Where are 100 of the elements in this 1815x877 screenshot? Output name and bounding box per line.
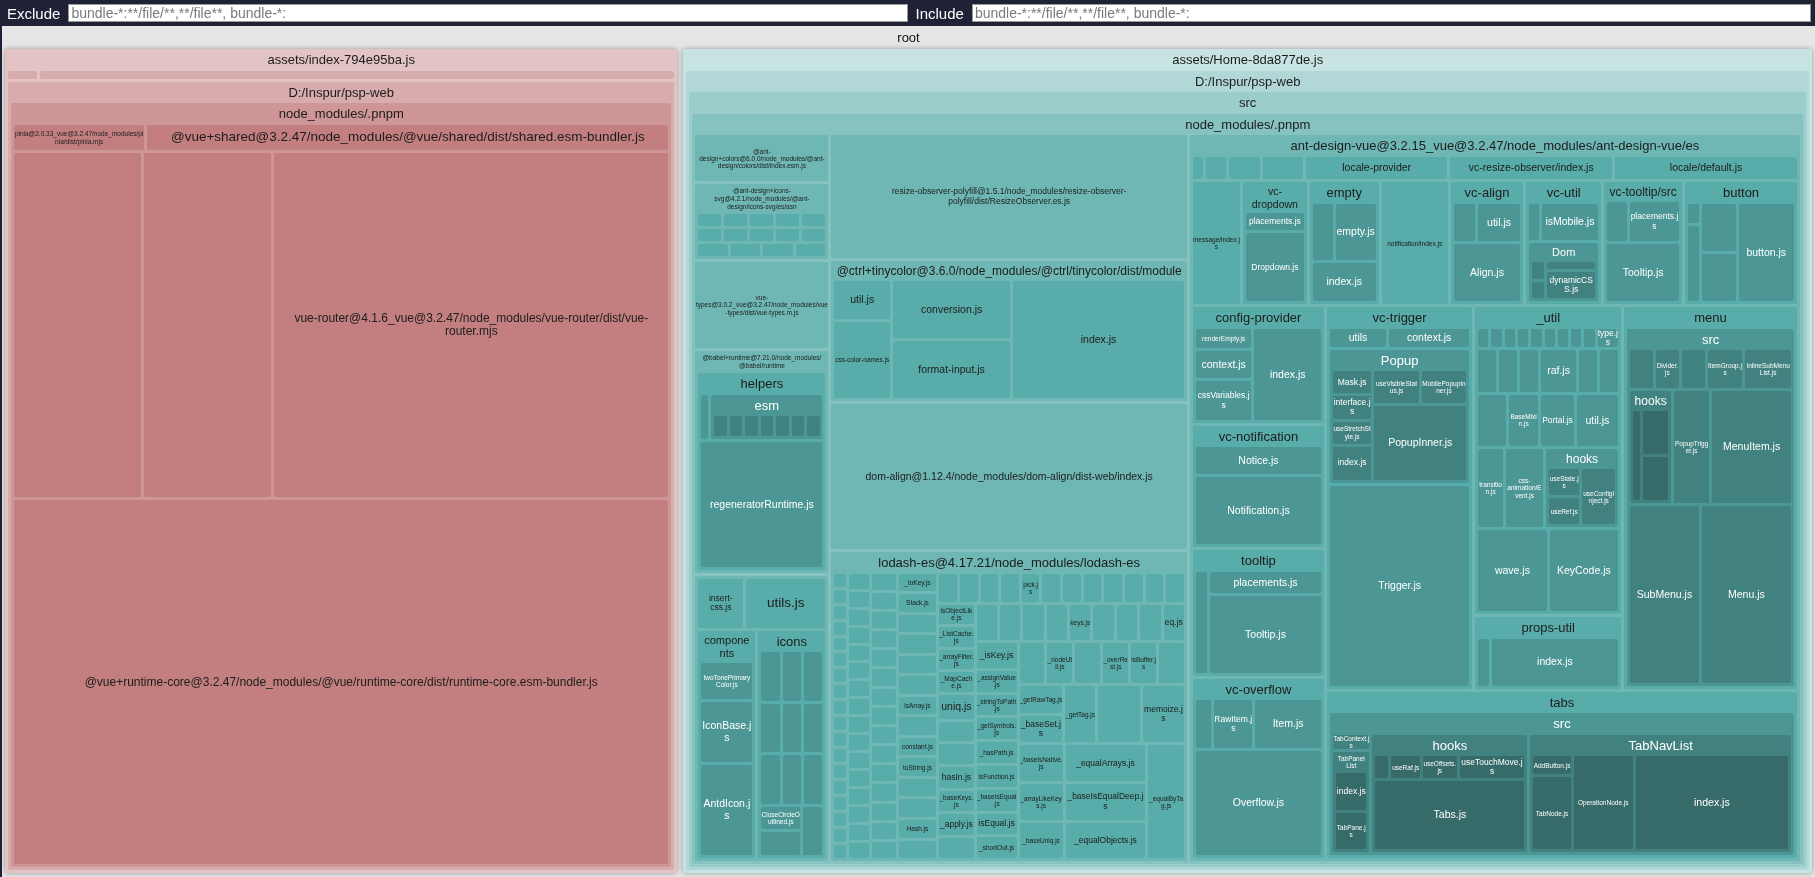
module-tile[interactable]: isEqual.js <box>976 813 1017 835</box>
module-group[interactable]: Dom dynamicCSS.js <box>1529 243 1599 302</box>
module-tile[interactable]: MenuItem.js <box>1712 390 1791 504</box>
module-tile[interactable] <box>803 806 823 856</box>
module-group[interactable]: helpers esm regeneratorRuntime.js <box>698 372 826 570</box>
module-tile[interactable]: utils.js <box>746 578 826 628</box>
module-tile[interactable] <box>1633 411 1640 501</box>
module-group[interactable]: vc-overflow RawItem.js Item.js Overflow.js <box>1192 678 1324 858</box>
module-group[interactable] <box>1189 135 1800 861</box>
module-tile[interactable]: Portal.js <box>1541 395 1574 446</box>
module-tile[interactable]: KeyCode.js <box>1549 530 1619 611</box>
module-tile[interactable]: util.js <box>1477 203 1521 242</box>
module-tile[interactable] <box>834 845 847 859</box>
module-tile[interactable]: placements.js <box>1629 202 1680 241</box>
module-tile[interactable]: util.js <box>1576 395 1619 446</box>
module-tile[interactable]: Menu.js <box>1701 506 1791 683</box>
module-tile[interactable]: index.js <box>1254 328 1321 420</box>
module-tile[interactable]: Trigger.js <box>1329 485 1470 686</box>
module-tile[interactable]: Notice.js <box>1195 447 1321 475</box>
module-tile[interactable]: locale/default.js <box>1615 156 1797 179</box>
exclude-field[interactable]: bundle-*:**/file/**,**/file**, bundle-*: <box>68 4 908 22</box>
module-tile[interactable]: placements.js <box>1245 213 1304 231</box>
module-tile[interactable]: dom-align@1.12.4/node_modules/dom-align/dist-web/index.js <box>831 403 1187 550</box>
module-tile[interactable]: @vue+runtime-core@3.2.47/node_modules/@vue/runtime-core/dist/runtime-core.esm-bundler.js <box>14 500 669 864</box>
module-tile[interactable]: Item.js <box>1255 700 1321 748</box>
module-group[interactable]: vc-util isMobile.js Dom dynamicCSS.js <box>1526 182 1602 305</box>
module-tile[interactable]: uniq.js <box>939 695 974 719</box>
module-tile[interactable]: insert-css.js <box>698 578 744 628</box>
module-tile[interactable]: index.js <box>1635 756 1788 849</box>
group-label: vc-dropdown <box>1250 184 1299 212</box>
module-tile[interactable]: index.js <box>1312 263 1376 302</box>
module-tile[interactable]: SubMenu.js <box>1630 506 1699 683</box>
module-tile[interactable]: regeneratorRuntime.js <box>701 441 823 567</box>
module-tile[interactable]: wave.js <box>1478 530 1547 611</box>
module-tile[interactable] <box>1532 281 1545 299</box>
module-tile[interactable]: _baseIsEqualDeep.js <box>1065 784 1146 820</box>
module-tile[interactable]: AntdIcon.js <box>701 764 753 855</box>
module-tile[interactable]: index.js <box>1491 638 1619 686</box>
module-tile[interactable]: vc-resize-observer/index.js <box>1450 156 1613 179</box>
module-tile[interactable]: index.js <box>1332 446 1372 480</box>
module-tile[interactable]: RawItem.js <box>1214 700 1253 748</box>
module-tile[interactable]: _baseSet.js <box>1019 715 1063 743</box>
module-tile[interactable]: empty.js <box>1335 203 1376 261</box>
module-tile[interactable]: context.js <box>1389 328 1470 347</box>
module-tile[interactable]: context.js <box>1195 351 1252 379</box>
module-tile[interactable]: raf.js <box>1540 349 1577 393</box>
module-tile[interactable]: conversion.js <box>893 281 1011 339</box>
module-group[interactable]: vc-tooltip/src placements.js Tooltip.js <box>1604 182 1683 305</box>
module-tile[interactable]: Mask.js <box>1332 371 1372 394</box>
module-group[interactable]: vc-align util.js Align.js <box>1450 182 1524 305</box>
module-group[interactable]: button button.js <box>1685 182 1797 305</box>
group-label: esm <box>753 396 780 415</box>
module-group[interactable]: tooltip placements.js Tooltip.js <box>1192 550 1324 676</box>
module-tile[interactable]: memoize.js <box>1143 686 1184 743</box>
module-tile[interactable] <box>1642 457 1669 501</box>
module-group[interactable]: hooks <box>1630 390 1672 504</box>
module-tile[interactable] <box>795 243 826 256</box>
module-tile[interactable]: @vue+shared@3.2.47/node_modules/@vue/shared/dist/shared.esm-bundler.js <box>147 124 669 151</box>
module-tile[interactable]: _isKey.js <box>976 643 1017 668</box>
module-tile[interactable]: util.js <box>834 281 891 320</box>
module-tile[interactable]: _apply.js <box>939 813 974 836</box>
module-tile[interactable]: placements.js <box>1210 571 1321 594</box>
module-tile[interactable]: dynamicCSS.js <box>1547 271 1596 299</box>
module-group[interactable]: vc-dropdown placements.js Dropdown.js <box>1242 182 1307 305</box>
module-tile[interactable]: hasIn.js <box>939 766 974 789</box>
module-tile[interactable]: Tooltip.js <box>1210 596 1321 673</box>
module-tile[interactable]: utils <box>1329 328 1387 347</box>
module-tile[interactable]: useTouchMove.js <box>1459 756 1525 779</box>
module-tile[interactable]: Tabs.js <box>1375 781 1525 849</box>
group-label: assets/Home-8da877de.js <box>1171 51 1325 69</box>
module-tile[interactable]: Align.js <box>1453 244 1521 302</box>
group-label: menu <box>1693 309 1728 328</box>
module-tile[interactable]: IconBase.js <box>701 702 753 762</box>
include-field[interactable]: bundle-*:**/file/**,**/file**, bundle-*: <box>971 4 1811 22</box>
module-tile[interactable]: type.js <box>1597 328 1619 347</box>
module-group[interactable]: vc-notification Notice.js Notification.js <box>1192 425 1324 548</box>
module-group[interactable]: esm <box>711 394 823 439</box>
module-tile[interactable]: Dropdown.js <box>1245 233 1304 302</box>
module-tile[interactable]: button.js <box>1738 203 1794 302</box>
module-tile[interactable]: Tooltip.js <box>1607 243 1680 302</box>
module-tile[interactable]: _equalArrays.js <box>1065 745 1146 781</box>
module-tile[interactable]: cssVariables.js <box>1195 381 1252 420</box>
module-tile[interactable]: Notification.js <box>1195 477 1321 545</box>
module-group[interactable] <box>831 552 1187 861</box>
module-tile[interactable]: eq.js <box>1163 604 1184 640</box>
treemap-root[interactable] <box>0 26 1815 877</box>
module-tile[interactable] <box>807 416 820 436</box>
module-group[interactable]: props-util index.js <box>1475 616 1622 689</box>
group-label: vc-tooltip/src <box>1608 184 1678 201</box>
module-tile[interactable]: _equalObjects.js <box>1065 822 1146 859</box>
module-tile[interactable]: Overflow.js <box>1195 750 1321 855</box>
module-tile[interactable]: PopupInner.js <box>1374 406 1467 480</box>
module-tile[interactable]: locale-provider <box>1305 156 1448 179</box>
module-tile[interactable]: format-input.js <box>893 341 1011 398</box>
module-tile[interactable]: index.js <box>1013 281 1184 398</box>
module-tile[interactable]: vue-router@4.1.6_vue@3.2.47/node_modules/vue-router/dist/vue-router.mjs <box>274 153 669 498</box>
module-tile[interactable]: index.js <box>1335 773 1367 810</box>
module-tile[interactable]: interface.js <box>1332 396 1372 419</box>
module-tile[interactable]: isMobile.js <box>1541 203 1599 241</box>
module-tile[interactable]: resize-observer-polyfill@1.5.1/node_modules/resize-observer-polyfill/dist/ResizeObserver.es.js <box>831 135 1187 258</box>
